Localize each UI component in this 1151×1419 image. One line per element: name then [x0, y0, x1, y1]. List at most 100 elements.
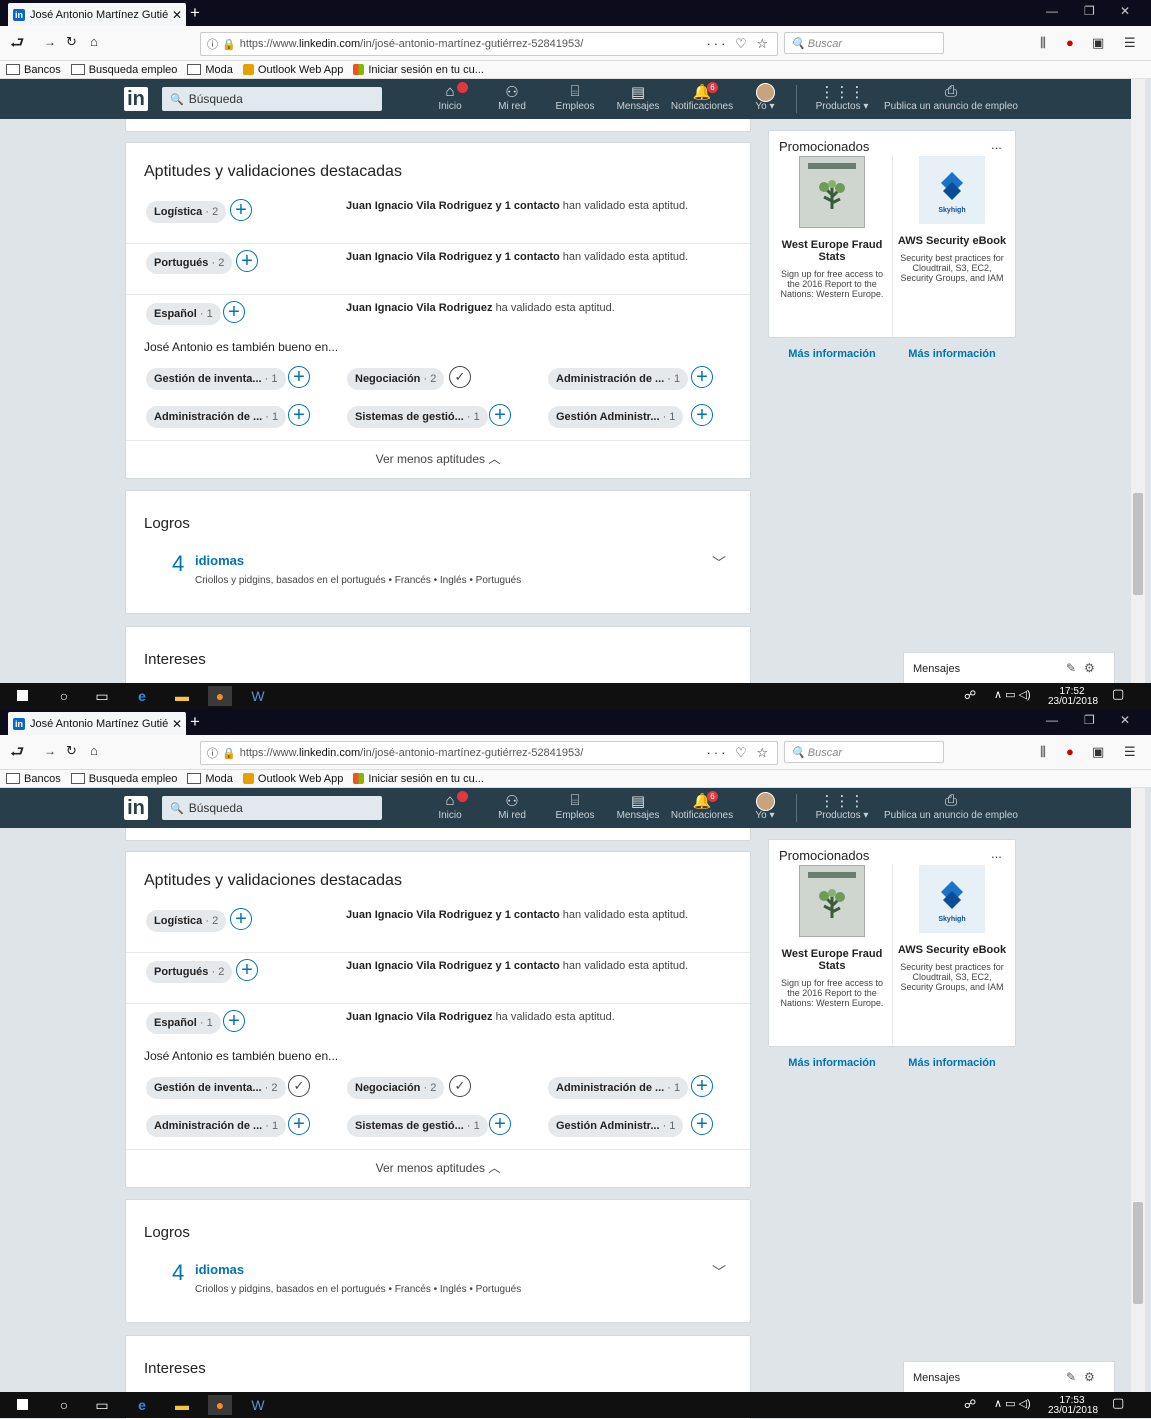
bookmark-busqueda[interactable]: Busqueda empleo — [70, 64, 177, 76]
firefox-icon[interactable]: ● — [208, 1395, 232, 1415]
action-center-icon[interactable]: ▢ — [1112, 687, 1124, 700]
menu-icon[interactable]: ☰ — [1124, 744, 1136, 760]
windows-start-icon[interactable] — [10, 1395, 34, 1415]
library-icon[interactable]: ⫼ — [1040, 744, 1046, 760]
firefox-icon[interactable]: ● — [208, 686, 232, 706]
nav-inicio[interactable]: ⌂ Inicio — [415, 82, 485, 112]
scroll-thumb[interactable] — [1133, 493, 1143, 595]
page-actions-icon[interactable]: ··· ♡ ☆ — [706, 745, 771, 761]
restore-icon[interactable]: ❐ — [1084, 4, 1095, 18]
edge-icon[interactable]: e — [130, 1395, 154, 1415]
word-icon[interactable]: W — [246, 686, 270, 706]
cortana-icon[interactable]: ○ — [52, 686, 76, 706]
nav-productos[interactable]: ⋮⋮⋮ Productos ▾ — [807, 83, 877, 112]
nav-mi-red[interactable]: ⚇ Mi red — [477, 792, 547, 821]
linkedin-logo-icon[interactable]: in — [124, 796, 148, 820]
nav-publica-anuncio[interactable]: ⎙ Publica un anuncio de empleo — [872, 792, 1030, 821]
skill-pill[interactable]: Administración de ... · 1 — [146, 406, 287, 428]
skill-pill[interactable]: Gestión de inventa... · 1 — [146, 368, 286, 390]
ad-west-europe[interactable]: West Europe Fraud Stats Sign up for free… — [773, 865, 891, 1069]
nav-notificaciones[interactable]: 🔔 6 Notificaciones — [667, 82, 737, 112]
info-icon[interactable]: ⓘ — [207, 36, 218, 52]
endorsed-check-icon[interactable]: ✓ — [449, 1075, 471, 1097]
skill-pill[interactable]: Negociación · 2 — [347, 368, 445, 390]
linkedin-logo-icon[interactable]: in — [124, 87, 148, 111]
bookmark-iniciar-sesion[interactable]: Iniciar sesión en tu cu... — [353, 64, 484, 76]
bookmark-bancos[interactable]: Bancos — [6, 773, 61, 785]
endorse-plus-icon[interactable]: + — [691, 404, 713, 426]
skill-pill[interactable]: Administración de ... · 1 — [146, 1115, 287, 1137]
adblock-icon[interactable]: ● — [1066, 35, 1074, 50]
endorse-plus-icon[interactable]: + — [489, 404, 511, 426]
more-options-icon[interactable]: ... — [991, 137, 1002, 152]
compose-settings-icon[interactable]: ✎⚙ — [1066, 661, 1103, 675]
endorse-plus-icon[interactable]: + — [288, 366, 310, 388]
close-tab-icon[interactable]: ✕ — [168, 717, 186, 731]
close-window-icon[interactable]: ✕ — [1120, 713, 1130, 727]
home-icon[interactable]: ⌂ — [90, 743, 98, 758]
skill-pill[interactable]: Español · 1 — [146, 303, 221, 325]
messaging-dock[interactable]: Mensajes ✎⚙ — [903, 1361, 1115, 1393]
ad-aws-security[interactable]: Skyhigh AWS Security eBook Security best… — [893, 156, 1011, 360]
endorse-plus-icon[interactable]: + — [288, 1113, 310, 1135]
nav-inicio[interactable]: ⌂ Inicio — [415, 791, 485, 821]
bookmark-busqueda[interactable]: Busqueda empleo — [70, 773, 177, 785]
nav-productos[interactable]: ⋮⋮⋮ Productos ▾ — [807, 792, 877, 821]
endorse-plus-icon[interactable]: + — [691, 1113, 713, 1135]
skill-pill[interactable]: Gestión Administr... · 1 — [548, 1115, 684, 1137]
chevron-down-icon[interactable]: ﹀ — [712, 1262, 726, 1282]
endorse-plus-icon[interactable]: + — [236, 250, 258, 272]
menu-icon[interactable]: ☰ — [1124, 35, 1136, 51]
chevron-down-icon[interactable]: ﹀ — [712, 553, 726, 573]
nav-mensajes[interactable]: ▤ Mensajes — [603, 792, 673, 821]
bookmark-moda[interactable]: Moda — [187, 64, 233, 76]
sidebar-icon[interactable]: ▣ — [1092, 35, 1104, 51]
skill-pill[interactable]: Logística · 2 — [146, 201, 227, 223]
home-icon[interactable]: ⌂ — [90, 34, 98, 49]
back-icon[interactable]: ⮐ — [10, 741, 24, 768]
ad-aws-security[interactable]: Skyhigh AWS Security eBook Security best… — [893, 865, 1011, 1069]
clock[interactable]: 17:52 23/01/2018 — [1048, 687, 1098, 707]
nav-mensajes[interactable]: ▤ Mensajes — [603, 83, 673, 112]
sidebar-icon[interactable]: ▣ — [1092, 744, 1104, 760]
clock[interactable]: 17:53 23/01/2018 — [1048, 1396, 1098, 1416]
nav-mi-red[interactable]: ⚇ Mi red — [477, 83, 547, 112]
library-icon[interactable]: ⫼ — [1040, 35, 1046, 51]
languages-link[interactable]: idiomas — [195, 1262, 244, 1277]
skill-pill[interactable]: Sistemas de gestió... · 1 — [347, 1115, 488, 1137]
search-input[interactable]: 🔍 Buscar — [784, 32, 944, 54]
tray-icons[interactable]: ∧ ▭ ◁) — [994, 690, 1031, 701]
file-explorer-icon[interactable]: ▬ — [170, 1395, 194, 1415]
minimize-icon[interactable]: — — [1046, 713, 1058, 727]
endorse-plus-icon[interactable]: + — [230, 199, 252, 221]
task-view-icon[interactable]: ▭ — [90, 1395, 114, 1415]
address-bar[interactable]: ⓘ 🔒 https://www.linkedin.com/in/josé-ant… — [200, 32, 778, 56]
forward-icon[interactable]: → — [44, 744, 56, 758]
close-tab-icon[interactable]: ✕ — [168, 8, 186, 22]
skill-pill[interactable]: Español · 1 — [146, 1012, 221, 1034]
browser-tab[interactable]: in José Antonio Martínez Gutiérrez ✕ — [8, 712, 186, 735]
nav-yo[interactable]: Yo ▾ — [730, 792, 800, 821]
people-icon[interactable]: ☍ — [964, 689, 976, 701]
ad-cta-link[interactable]: Más información — [893, 1057, 1011, 1069]
search-input[interactable]: 🔍 Buscar — [784, 741, 944, 763]
endorse-plus-icon[interactable]: + — [489, 1113, 511, 1135]
address-bar[interactable]: ⓘ 🔒 https://www.linkedin.com/in/josé-ant… — [200, 741, 778, 765]
bookmark-bancos[interactable]: Bancos — [6, 64, 61, 76]
more-options-icon[interactable]: ... — [991, 846, 1002, 861]
file-explorer-icon[interactable]: ▬ — [170, 686, 194, 706]
messaging-dock[interactable]: Mensajes ✎⚙ — [903, 652, 1115, 684]
skill-pill[interactable]: Sistemas de gestió... · 1 — [347, 406, 488, 428]
reload-icon[interactable]: ↻ — [66, 743, 77, 759]
info-icon[interactable]: ⓘ — [207, 745, 218, 761]
bookmark-outlook[interactable]: Outlook Web App — [242, 64, 343, 76]
endorse-plus-icon[interactable]: + — [223, 1010, 245, 1032]
skill-pill[interactable]: Administración de ... · 1 — [548, 368, 689, 390]
skill-pill[interactable]: Portugués · 2 — [146, 961, 233, 983]
endorse-plus-icon[interactable]: + — [236, 959, 258, 981]
skill-pill[interactable]: Gestión de inventa... · 2 — [146, 1077, 286, 1099]
endorsed-check-icon[interactable]: ✓ — [449, 366, 471, 388]
adblock-icon[interactable]: ● — [1066, 744, 1074, 759]
compose-settings-icon[interactable]: ✎⚙ — [1066, 1370, 1103, 1384]
languages-link[interactable]: idiomas — [195, 553, 244, 568]
